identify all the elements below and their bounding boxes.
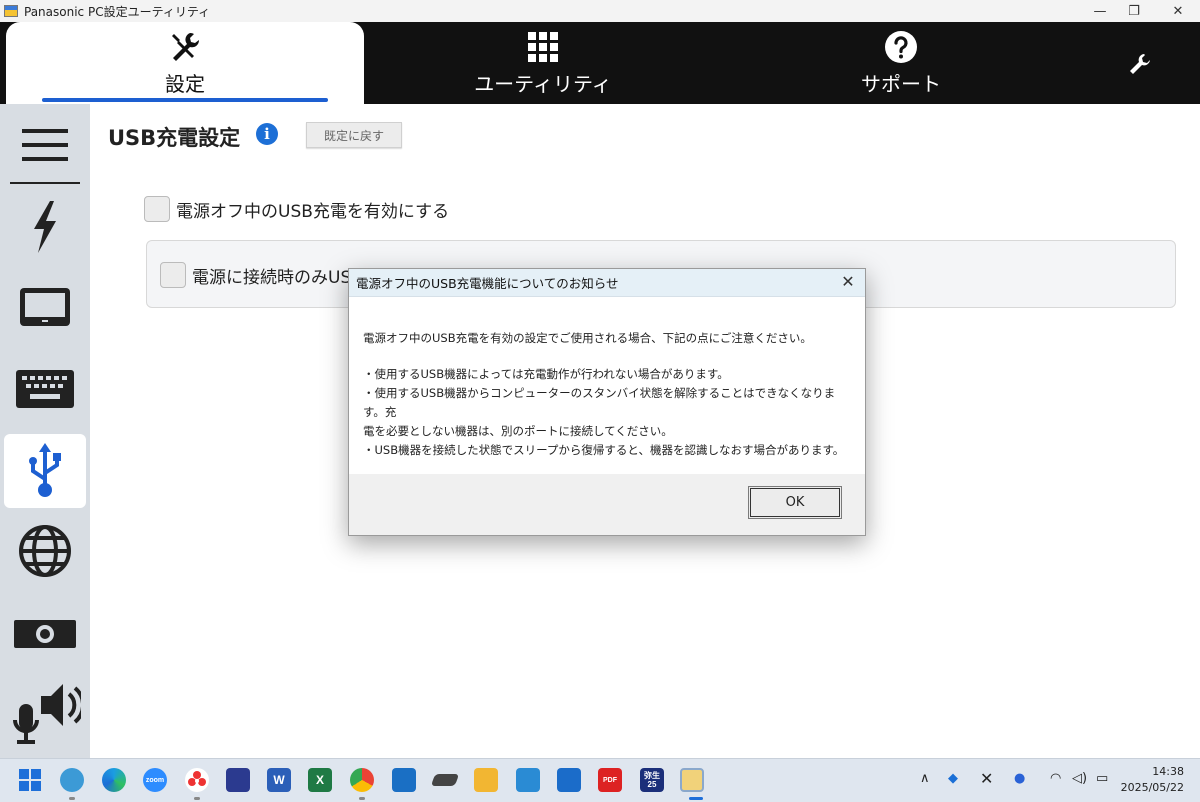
usb-icon: [29, 443, 61, 497]
clock-time: 14:38: [1152, 765, 1184, 778]
checkbox[interactable]: [160, 262, 186, 288]
dialog-footer: OK: [349, 474, 865, 535]
dialog-titlebar: 電源オフ中のUSB充電機能についてのお知らせ ✕: [349, 269, 865, 297]
sidebar: [0, 104, 90, 758]
dialog-bullet: ・USB機器を接続した状態でスリープから復帰すると、機器を認識しなおす場合があり…: [363, 443, 845, 457]
sidebar-item-display[interactable]: [4, 270, 86, 344]
clock[interactable]: 14:38 2025/05/22: [1121, 764, 1184, 796]
restore-button[interactable]: ❐: [1114, 0, 1154, 22]
sidebar-item-power[interactable]: [4, 190, 86, 264]
folder-icon[interactable]: [474, 768, 498, 792]
tab-settings[interactable]: 設定: [6, 22, 364, 104]
dialog-close-button[interactable]: ✕: [839, 273, 857, 291]
taskbar: zoom W X PDF 弥生 25 ∧ ◆ ✕ ● ◠ ◁) ▭ 14:38 …: [0, 758, 1200, 802]
chevron-up-icon[interactable]: ∧: [920, 771, 930, 786]
dialog-title: 電源オフ中のUSB充電機能についてのお知らせ: [356, 276, 619, 291]
option-usb-charge-off[interactable]: 電源オフ中のUSB充電を有効にする: [144, 196, 449, 222]
keyboard-icon: [16, 370, 74, 408]
camera-icon: [14, 620, 76, 648]
app-s-icon[interactable]: [516, 768, 540, 792]
sidebar-divider: [10, 182, 80, 184]
sidebar-item-audio[interactable]: [4, 678, 86, 752]
excel-icon[interactable]: X: [308, 768, 332, 792]
battery-icon[interactable]: ▭: [1096, 771, 1108, 786]
dialog-bullet: 電を必要としない機器は、別のポートに接続してください。: [363, 424, 673, 438]
tools-icon: [172, 32, 200, 61]
yayoi-icon[interactable]: 弥生 25: [640, 768, 664, 792]
mail-icon[interactable]: [392, 768, 416, 792]
explorer-globe-icon[interactable]: [60, 768, 84, 792]
close-button[interactable]: ✕: [1158, 0, 1198, 22]
app-kanji-icon[interactable]: [226, 768, 250, 792]
window-titlebar: Panasonic PC設定ユーティリティ — ❐ ✕: [0, 0, 1200, 22]
help-circle-icon: [885, 31, 917, 63]
copilot-icon[interactable]: ●: [1014, 771, 1025, 786]
sidebar-item-camera[interactable]: [4, 596, 86, 670]
sidebar-item-menu[interactable]: [4, 108, 86, 182]
dialog-body: 電源オフ中のUSB充電を有効の設定でご使用される場合、下記の点にご注意ください。…: [349, 297, 865, 475]
grid-icon: [528, 32, 558, 62]
app-flower-icon[interactable]: [185, 768, 209, 792]
menu-icon: [22, 129, 68, 161]
wrench-button[interactable]: [1122, 48, 1158, 80]
app-icon: [4, 5, 18, 17]
device-icon[interactable]: [430, 774, 460, 786]
top-navigation: 設定 ユーティリティ サポート: [0, 22, 1200, 104]
edge-icon[interactable]: [102, 768, 126, 792]
window-title: Panasonic PC設定ユーティリティ: [24, 4, 211, 19]
app-arrow-icon[interactable]: [557, 768, 581, 792]
sidebar-item-usb[interactable]: [4, 434, 86, 508]
dialog-intro: 電源オフ中のUSB充電を有効の設定でご使用される場合、下記の点にご注意ください。: [363, 331, 812, 345]
x-app-icon[interactable]: ✕: [980, 769, 993, 788]
reset-defaults-button[interactable]: 既定に戻す: [306, 122, 402, 148]
sidebar-item-network[interactable]: [4, 514, 86, 588]
ok-button[interactable]: OK: [748, 486, 842, 519]
display-icon: [20, 288, 70, 326]
clock-date: 2025/05/22: [1120, 781, 1184, 794]
notice-dialog: 電源オフ中のUSB充電機能についてのお知らせ ✕ 電源オフ中のUSB充電を有効の…: [348, 268, 866, 536]
tab-utility[interactable]: ユーティリティ: [364, 22, 722, 104]
option-label: 電源オフ中のUSB充電を有効にする: [176, 201, 450, 222]
power-bolt-icon: [34, 201, 56, 253]
zoom-icon[interactable]: zoom: [143, 768, 167, 792]
info-icon[interactable]: i: [256, 123, 278, 145]
volume-icon[interactable]: ◁): [1072, 771, 1087, 786]
chrome-icon[interactable]: [350, 768, 374, 792]
pdf-icon[interactable]: PDF: [598, 768, 622, 792]
dropbox-icon[interactable]: ◆: [948, 771, 958, 786]
network-globe-icon: [19, 525, 71, 577]
checkbox[interactable]: [144, 196, 170, 222]
word-icon[interactable]: W: [267, 768, 291, 792]
tab-settings-label: 設定: [165, 72, 205, 96]
page-title: USB充電設定: [108, 126, 241, 150]
dialog-bullet: ・使用するUSB機器によっては充電動作が行われない場合があります。: [363, 367, 729, 381]
sidebar-item-keyboard[interactable]: [4, 352, 86, 426]
tab-support-label: サポート: [861, 72, 941, 96]
active-tab-indicator: [42, 98, 328, 102]
wrench-icon: [1130, 54, 1150, 74]
tab-support[interactable]: サポート: [722, 22, 1080, 104]
audio-icon: [13, 684, 81, 744]
start-icon[interactable]: [18, 768, 42, 792]
dialog-bullet: ・使用するUSB機器からコンピューターのスタンバイ状態を解除することはできなくな…: [363, 386, 836, 419]
pc-settings-app-icon[interactable]: [680, 768, 704, 792]
wifi-icon[interactable]: ◠: [1050, 771, 1061, 786]
tab-utility-label: ユーティリティ: [474, 72, 612, 96]
